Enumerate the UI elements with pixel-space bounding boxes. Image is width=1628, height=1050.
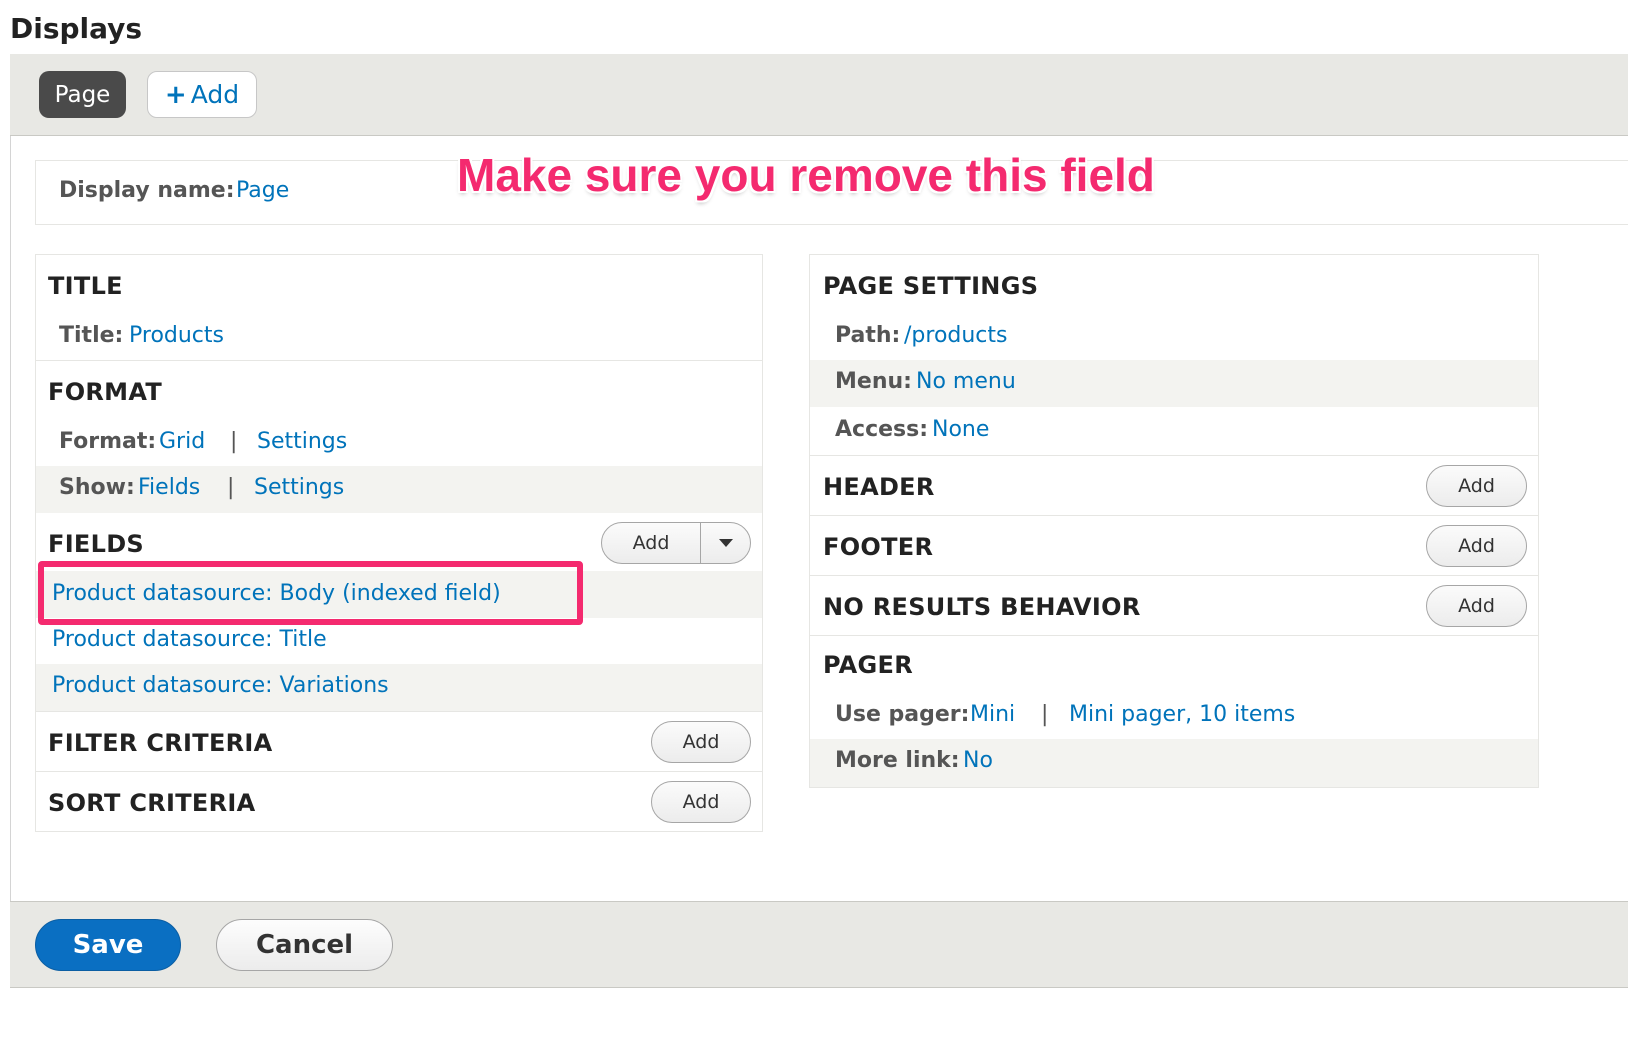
header-add-button[interactable]: Add [1426,465,1527,507]
divider [810,575,1538,576]
fields-add-dropdown-toggle[interactable] [701,523,750,563]
show-settings-link[interactable]: Settings [254,475,344,500]
more-link-label: More link: [835,748,960,773]
add-display-button[interactable]: + Add [147,71,257,118]
sort-add-button[interactable]: Add [651,781,751,823]
title-value-link[interactable]: Products [129,323,224,348]
no-results-add-button[interactable]: Add [1426,585,1527,627]
divider [810,635,1538,636]
pager-section-heading: PAGER [823,651,914,679]
format-label: Format: [59,429,157,454]
add-display-label: Add [190,80,240,109]
path-label: Path: [835,323,901,348]
menu-label: Menu: [835,369,912,394]
divider [36,711,762,712]
no-results-section-heading: NO RESULTS BEHAVIOR [823,593,1141,621]
title-label: Title: [59,323,124,348]
save-button[interactable]: Save [35,919,181,971]
path-value-link[interactable]: /products [904,323,1008,348]
separator: | [230,429,238,454]
separator: | [227,475,235,500]
more-link-value-link[interactable]: No [963,748,993,773]
annotation-callout-text: Make sure you remove this field [457,149,1155,201]
separator: | [1041,702,1049,727]
fields-section-heading: FIELDS [48,530,145,558]
menu-value-link[interactable]: No menu [916,369,1016,394]
display-name-link[interactable]: Page [236,178,289,203]
title-section-heading: TITLE [48,272,123,300]
divider [810,455,1538,456]
divider [36,360,762,361]
format-value-link[interactable]: Grid [159,429,205,454]
header-section-heading: HEADER [823,473,935,501]
cancel-button[interactable]: Cancel [216,919,393,971]
chevron-down-icon [718,539,733,547]
filter-add-button[interactable]: Add [651,721,751,763]
pager-settings-link[interactable]: Mini pager, 10 items [1069,702,1295,727]
fields-add-button[interactable]: Add [602,523,701,563]
access-value-link[interactable]: None [932,417,989,442]
use-pager-label: Use pager: [835,702,970,727]
field-item-variations[interactable]: Product datasource: Variations [52,673,389,698]
tab-page[interactable]: Page [39,71,126,118]
use-pager-value-link[interactable]: Mini [970,702,1015,727]
annotation-highlight-box [38,561,583,625]
footer-add-button[interactable]: Add [1426,525,1527,567]
plus-icon: + [164,79,187,110]
field-item-title[interactable]: Product datasource: Title [52,627,327,652]
fields-add-split-button[interactable]: Add [601,522,751,564]
show-value-link[interactable]: Fields [138,475,200,500]
access-label: Access: [835,417,929,442]
divider [810,515,1538,516]
show-label: Show: [59,475,135,500]
format-section-heading: FORMAT [48,378,163,406]
filter-section-heading: FILTER CRITERIA [48,729,273,757]
divider [36,771,762,772]
page-settings-heading: PAGE SETTINGS [823,272,1039,300]
footer-section-heading: FOOTER [823,533,934,561]
format-settings-link[interactable]: Settings [257,429,347,454]
display-name-label: Display name: [59,178,235,203]
page-heading: Displays [10,12,143,45]
sort-section-heading: SORT CRITERIA [48,789,256,817]
